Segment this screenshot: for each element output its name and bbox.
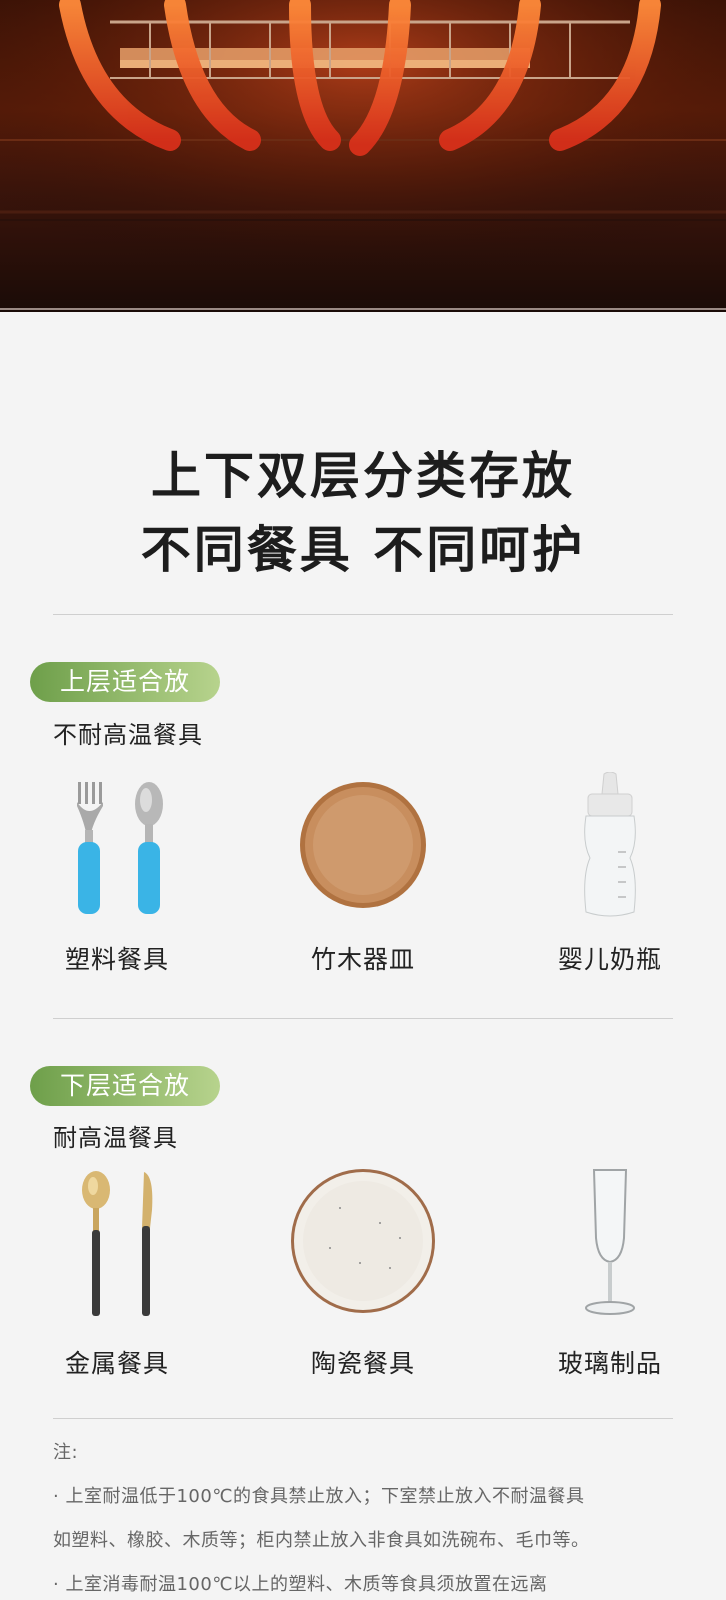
lower-item-label-3: 玻璃制品 <box>557 1349 662 1378</box>
notes-heading: 注: <box>53 1442 79 1463</box>
divider <box>53 614 673 615</box>
fork-spoon-icon <box>77 782 163 914</box>
headline-line1: 上下双层分类存放 <box>151 447 575 505</box>
heating-arrows-image <box>0 0 726 312</box>
upper-badge: 上层适合放 <box>30 662 220 702</box>
ceramic-plate-icon <box>291 1169 435 1313</box>
lower-subtitle: 耐高温餐具 <box>53 1124 178 1152</box>
headline-line2: 不同餐具 不同呵护 <box>140 521 586 579</box>
wine-glass-icon <box>585 1169 635 1315</box>
spoon-knife-icon <box>82 1171 153 1316</box>
lower-badge: 下层适合放 <box>30 1066 220 1106</box>
lower-item-label-2: 陶瓷餐具 <box>310 1349 415 1378</box>
upper-item-label-1: 塑料餐具 <box>64 945 169 974</box>
divider <box>53 1018 673 1019</box>
notes-line-2: 如塑料、橡胶、木质等；柜内禁止放入非食具如洗碗布、毛巾等。 <box>53 1530 590 1551</box>
upper-item-label-2: 竹木器皿 <box>310 945 415 974</box>
upper-subtitle: 不耐高温餐具 <box>53 721 203 749</box>
hero-image <box>0 0 726 312</box>
notes-line-1: · 上室耐温低于100℃的食具禁止放入；下室禁止放入不耐温餐具 <box>53 1486 585 1507</box>
lower-item-label-1: 金属餐具 <box>64 1349 169 1378</box>
baby-bottle-icon <box>584 772 636 917</box>
divider <box>53 1418 673 1419</box>
notes-line-3: · 上室消毒耐温100℃以上的塑料、木质等食具须放置在远离 <box>53 1574 548 1595</box>
wooden-plate-icon <box>300 782 426 908</box>
upper-item-label-3: 婴儿奶瓶 <box>557 945 662 974</box>
